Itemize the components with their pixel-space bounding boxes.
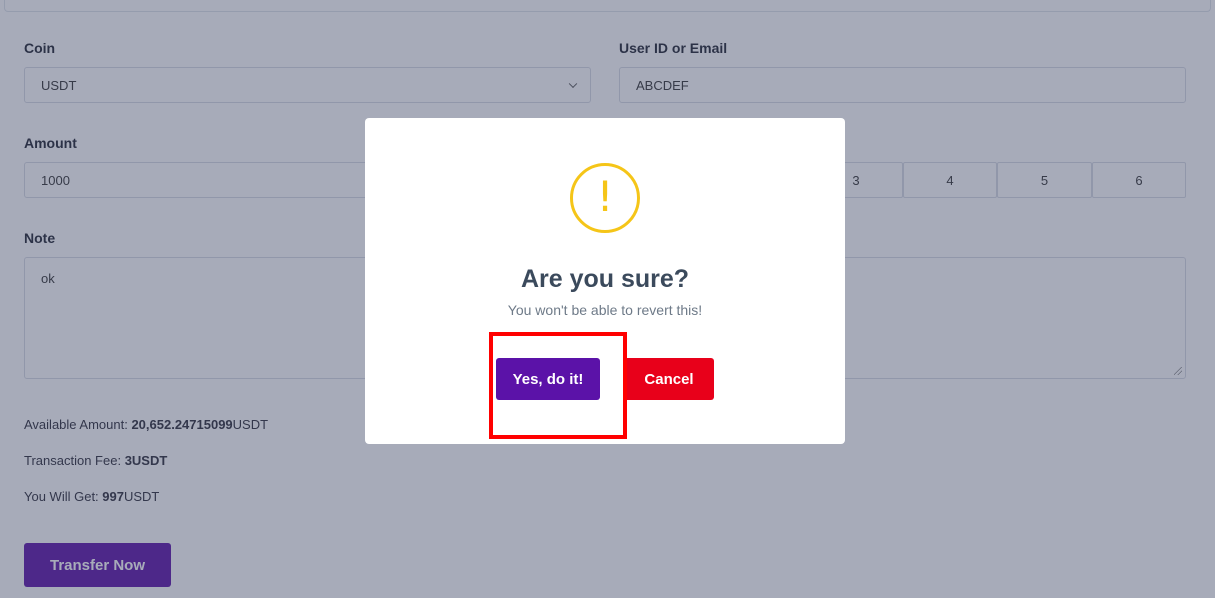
dialog-text: You won't be able to revert this! [507, 302, 703, 318]
highlight-annotation [489, 332, 627, 439]
cancel-button[interactable]: Cancel [624, 358, 714, 400]
dialog-title: Are you sure? [520, 265, 690, 293]
exclamation-icon: ! [570, 163, 640, 233]
